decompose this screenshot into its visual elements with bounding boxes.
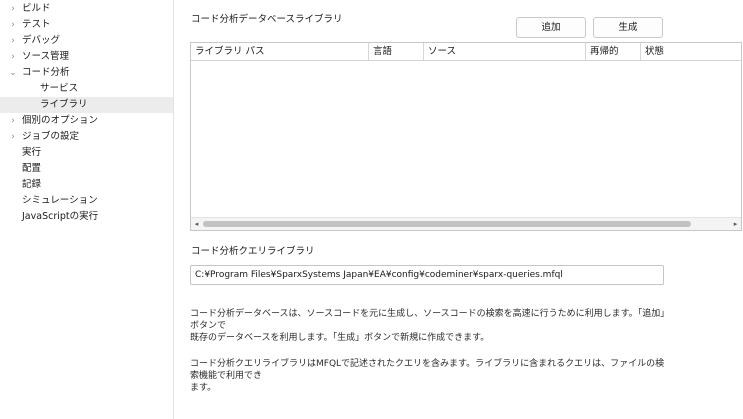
tree-item-label: 実行 bbox=[22, 147, 42, 158]
library-section-title: コード分析データベースライブラリ bbox=[191, 14, 343, 25]
horizontal-scrollbar[interactable]: ◂ ▸ bbox=[191, 217, 741, 230]
tree-item[interactable]: 配置 bbox=[0, 161, 173, 177]
tree-item[interactable]: › ジョブの設定 bbox=[0, 129, 173, 145]
query-library-path-input[interactable] bbox=[190, 265, 664, 285]
query-description: コード分析クエリライブラリはMFQLで記述されたクエリを含みます。ライブラリに含… bbox=[190, 358, 670, 394]
chevron-right-icon[interactable]: › bbox=[8, 113, 18, 129]
options-tree: › ビルド › テスト › デバッグ › ソース管理 ⌄ コード分析サービスライブラリ › 個別のオプ… bbox=[0, 0, 174, 419]
library-table[interactable]: ライブラリ パス 言語 ソース 再帰的 状態 ◂ ▸ bbox=[190, 42, 742, 231]
tree-item[interactable]: › デバッグ bbox=[0, 33, 173, 49]
tree-item-label: サービス bbox=[40, 83, 79, 94]
query-description-line: コード分析クエリライブラリはMFQLで記述されたクエリを含みます。ライブラリに含… bbox=[190, 359, 665, 381]
tree-item[interactable]: ⌄ コード分析 bbox=[0, 65, 173, 81]
column-header-library-path[interactable]: ライブラリ パス bbox=[191, 43, 369, 61]
tree-item-label: シミュレーション bbox=[22, 195, 98, 206]
tree-item-label: コード分析 bbox=[22, 67, 70, 78]
tree-item-label: デバッグ bbox=[22, 35, 61, 46]
column-header-status[interactable]: 状態 bbox=[641, 43, 741, 61]
tree-item[interactable]: › ソース管理 bbox=[0, 49, 173, 65]
tree-item[interactable]: › 個別のオプション bbox=[0, 113, 173, 129]
column-header-source[interactable]: ソース bbox=[424, 43, 586, 61]
tree-item[interactable]: サービス bbox=[0, 81, 173, 97]
tree-item-label: テスト bbox=[22, 19, 51, 30]
add-button[interactable]: 追加 bbox=[516, 17, 586, 38]
tree-item-label: JavaScriptの実行 bbox=[22, 211, 99, 222]
database-description-line: 既存のデータベースを利用します。「生成」ボタンで新規に作成できます。 bbox=[190, 333, 490, 343]
table-body bbox=[191, 61, 741, 217]
tree-item[interactable]: ライブラリ bbox=[0, 97, 173, 113]
scroll-left-icon[interactable]: ◂ bbox=[191, 218, 202, 230]
tree-item-label: ライブラリ bbox=[40, 99, 88, 110]
tree-item[interactable]: シミュレーション bbox=[0, 193, 173, 209]
tree-item[interactable]: 記録 bbox=[0, 177, 173, 193]
column-header-recursive[interactable]: 再帰的 bbox=[586, 43, 641, 61]
tree-item[interactable]: › ビルド bbox=[0, 1, 173, 17]
chevron-right-icon[interactable]: › bbox=[8, 1, 18, 17]
chevron-right-icon[interactable]: › bbox=[8, 17, 18, 33]
tree-item[interactable]: JavaScriptの実行 bbox=[0, 209, 173, 225]
database-description: コード分析データベースは、ソースコードを元に生成し、ソースコードの検索を高速に行… bbox=[190, 308, 670, 344]
chevron-right-icon[interactable]: › bbox=[8, 33, 18, 49]
chevron-down-icon[interactable]: ⌄ bbox=[8, 65, 18, 81]
scrollbar-thumb[interactable] bbox=[203, 221, 691, 227]
tree-item[interactable]: 実行 bbox=[0, 145, 173, 161]
tree-item-label: ソース管理 bbox=[22, 51, 70, 62]
chevron-right-icon[interactable]: › bbox=[8, 49, 18, 65]
query-description-line: ます。 bbox=[190, 383, 217, 393]
tree-item-label: ビルド bbox=[22, 3, 51, 14]
column-header-language[interactable]: 言語 bbox=[369, 43, 424, 61]
tree-item-label: 配置 bbox=[22, 163, 42, 174]
database-description-line: コード分析データベースは、ソースコードを元に生成し、ソースコードの検索を高速に行… bbox=[190, 309, 670, 331]
chevron-right-icon[interactable]: › bbox=[8, 129, 18, 145]
table-header: ライブラリ パス 言語 ソース 再帰的 状態 bbox=[191, 43, 741, 61]
query-library-title: コード分析クエリライブラリ bbox=[191, 246, 315, 257]
scroll-right-icon[interactable]: ▸ bbox=[730, 218, 741, 230]
tree-item-label: 記録 bbox=[22, 179, 42, 190]
library-panel: コード分析データベースライブラリ 追加 生成 ライブラリ パス 言語 ソース 再… bbox=[174, 0, 743, 419]
tree-item-label: ジョブの設定 bbox=[22, 131, 80, 142]
tree-item-label: 個別のオプション bbox=[22, 115, 99, 126]
tree-item[interactable]: › テスト bbox=[0, 17, 173, 33]
generate-button[interactable]: 生成 bbox=[593, 17, 663, 38]
